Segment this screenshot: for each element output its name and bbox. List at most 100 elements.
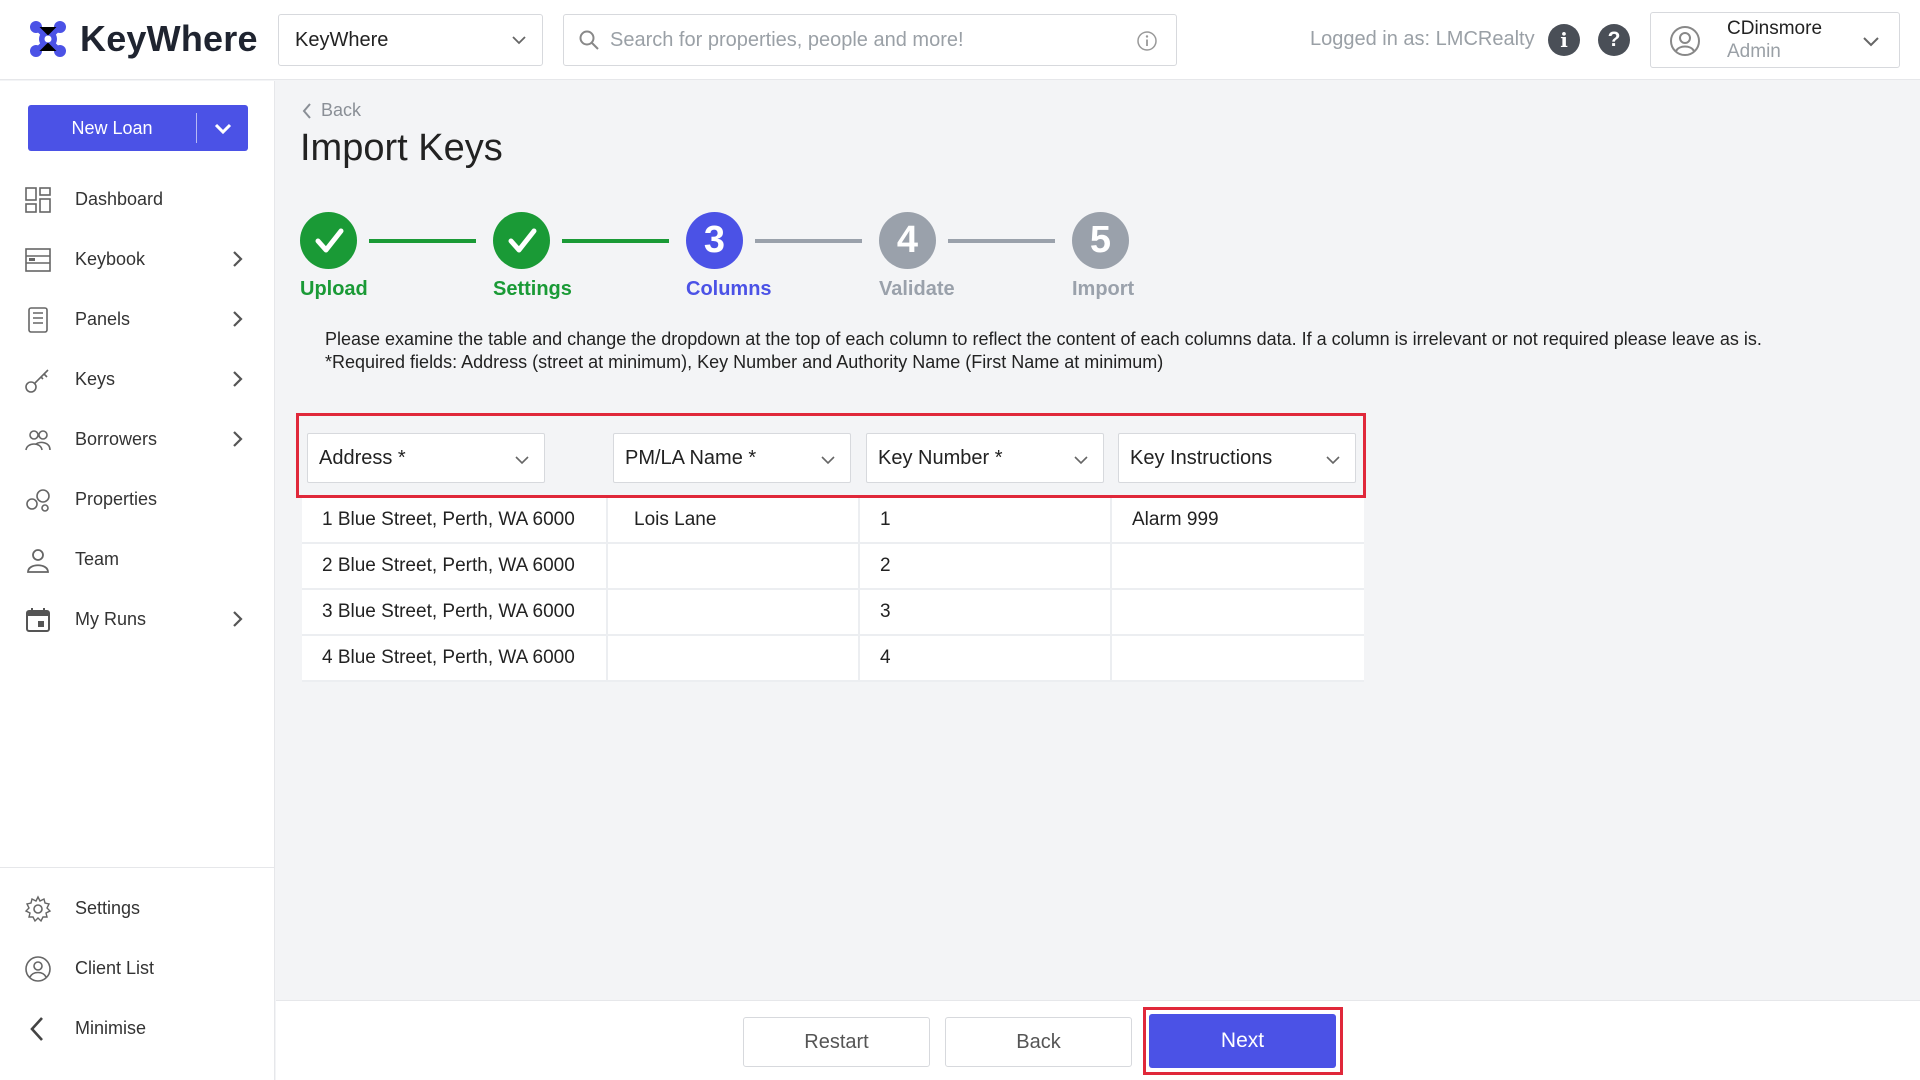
new-loan-button[interactable]: New Loan [28, 105, 248, 151]
step-connector [369, 239, 476, 243]
new-loan-dropdown-toggle[interactable] [197, 105, 248, 151]
column-select-address[interactable]: Address * [307, 433, 545, 483]
dashboard-icon [25, 187, 51, 213]
sidebar-item-keys[interactable]: Keys [0, 355, 275, 403]
chevron-down-icon [512, 36, 526, 45]
chevron-down-icon [1074, 456, 1088, 465]
table-row: 2 Blue Street, Perth, WA 6000 2 [302, 544, 1364, 590]
calendar-icon [26, 608, 50, 632]
table-cell-key-instructions: Alarm 999 [1112, 498, 1364, 544]
step-4-validate: 4 [879, 212, 936, 269]
sidebar-item-borrowers[interactable]: Borrowers [0, 415, 275, 463]
chevron-right-icon [233, 251, 243, 267]
table-row: 3 Blue Street, Perth, WA 6000 3 [302, 590, 1364, 636]
column-select-value: Address * [319, 446, 406, 469]
column-select-value: PM/LA Name * [625, 446, 757, 469]
app-name: KeyWhere [80, 18, 258, 59]
top-bar: KeyWhere KeyWhere Logged in as: LMCRealt… [0, 0, 1920, 80]
table-cell-address: 2 Blue Street, Perth, WA 6000 [302, 544, 608, 590]
sidebar-item-settings[interactable]: Settings [0, 884, 275, 932]
table-row: 4 Blue Street, Perth, WA 6000 4 [302, 636, 1364, 682]
help-icon[interactable]: ? [1598, 24, 1630, 56]
user-menu[interactable]: CDinsmore Admin [1650, 12, 1900, 68]
sidebar-item-minimise[interactable]: Minimise [0, 1004, 275, 1052]
organisation-select[interactable]: KeyWhere [278, 14, 543, 66]
info-icon[interactable]: i [1548, 24, 1580, 56]
sidebar-item-panels[interactable]: Panels [0, 295, 275, 343]
client-list-icon [25, 956, 51, 982]
app-logo[interactable]: KeyWhere [28, 18, 258, 60]
restart-button[interactable]: Restart [743, 1017, 930, 1067]
sidebar-item-label: Dashboard [75, 188, 164, 209]
instructions-text: Please examine the table and change the … [325, 328, 1870, 374]
table-cell-key-number: 2 [860, 544, 1112, 590]
sidebar-item-label: Keys [75, 368, 116, 389]
table-cell-pm-la-name [608, 636, 860, 682]
sidebar-item-label: My Runs [75, 608, 147, 629]
sidebar-item-dashboard[interactable]: Dashboard [0, 175, 275, 223]
user-avatar-icon [1670, 26, 1700, 56]
sidebar-bottom-section: Settings Client List Minimise [0, 867, 275, 1041]
table-cell-address: 3 Blue Street, Perth, WA 6000 [302, 590, 608, 636]
sidebar-item-properties[interactable]: Properties [0, 475, 275, 523]
properties-icon [26, 489, 50, 512]
user-name: CDinsmore [1727, 18, 1823, 39]
table-cell-key-instructions [1112, 636, 1364, 682]
table-cell-address: 4 Blue Street, Perth, WA 6000 [302, 636, 608, 682]
step-5-import: 5 [1072, 212, 1129, 269]
step-label: Upload [300, 278, 368, 300]
back-button[interactable]: Back [945, 1017, 1132, 1067]
back-link[interactable]: Back [301, 100, 361, 121]
required-fields-note: *Required fields: Address (street at min… [325, 352, 1164, 372]
column-select-key-instructions[interactable]: Key Instructions [1118, 433, 1356, 483]
chevron-down-icon [515, 456, 529, 465]
table-cell-pm-la-name [608, 544, 860, 590]
step-1-upload [300, 212, 357, 269]
new-loan-label: New Loan [71, 117, 153, 138]
sidebar-item-my-runs[interactable]: My Runs [0, 595, 275, 643]
chevron-left-icon [302, 102, 311, 119]
checkmark-icon [508, 228, 536, 252]
table-cell-key-number: 1 [860, 498, 1112, 544]
table-cell-pm-la-name [608, 590, 860, 636]
next-button[interactable]: Next [1149, 1014, 1336, 1068]
chevron-down-icon [1863, 37, 1879, 47]
search-bar [563, 14, 1177, 66]
column-select-value: Key Number * [878, 446, 1003, 469]
sidebar: New Loan Dashboard Keybook Panels Keys B… [0, 81, 275, 1080]
table-row: 1 Blue Street, Perth, WA 6000 Lois Lane … [302, 498, 1364, 544]
column-select-pm-la-name[interactable]: PM/LA Name * [613, 433, 851, 483]
column-select-key-number[interactable]: Key Number * [866, 433, 1104, 483]
search-input[interactable] [610, 28, 1110, 52]
search-info-icon[interactable] [1136, 30, 1158, 52]
sidebar-item-team[interactable]: Team [0, 535, 275, 583]
chevron-right-icon [233, 611, 243, 627]
table-cell-key-number: 4 [860, 636, 1112, 682]
panels-icon [28, 307, 48, 333]
import-stepper: Upload Settings 3 Columns 4 Validate 5 I… [300, 212, 1200, 302]
checkmark-icon [315, 228, 343, 252]
keybook-icon [25, 248, 51, 272]
logged-in-text: Logged in as: LMCRealty [1310, 28, 1535, 50]
instructions-line: Please examine the table and change the … [325, 329, 1762, 349]
chevron-right-icon [233, 371, 243, 387]
sidebar-item-keybook[interactable]: Keybook [0, 235, 275, 283]
sidebar-item-label: Properties [75, 488, 158, 509]
back-link-label: Back [321, 100, 362, 120]
user-role: Admin [1727, 41, 1781, 62]
chevron-right-icon [233, 311, 243, 327]
wizard-footer: Restart Back [276, 1000, 1920, 1080]
step-label: Import [1072, 278, 1135, 300]
sidebar-item-label: Team [75, 548, 120, 569]
sidebar-item-client-list[interactable]: Client List [0, 944, 275, 992]
step-2-settings [493, 212, 550, 269]
sidebar-item-label: Minimise [75, 1017, 147, 1038]
column-select-value: Key Instructions [1130, 446, 1273, 469]
chevron-down-icon [1326, 456, 1340, 465]
borrowers-icon [25, 430, 51, 451]
team-icon [27, 549, 49, 573]
sidebar-item-label: Borrowers [75, 428, 158, 449]
table-cell-address: 1 Blue Street, Perth, WA 6000 [302, 498, 608, 544]
table-cell-key-instructions [1112, 544, 1364, 590]
step-connector [948, 239, 1055, 243]
